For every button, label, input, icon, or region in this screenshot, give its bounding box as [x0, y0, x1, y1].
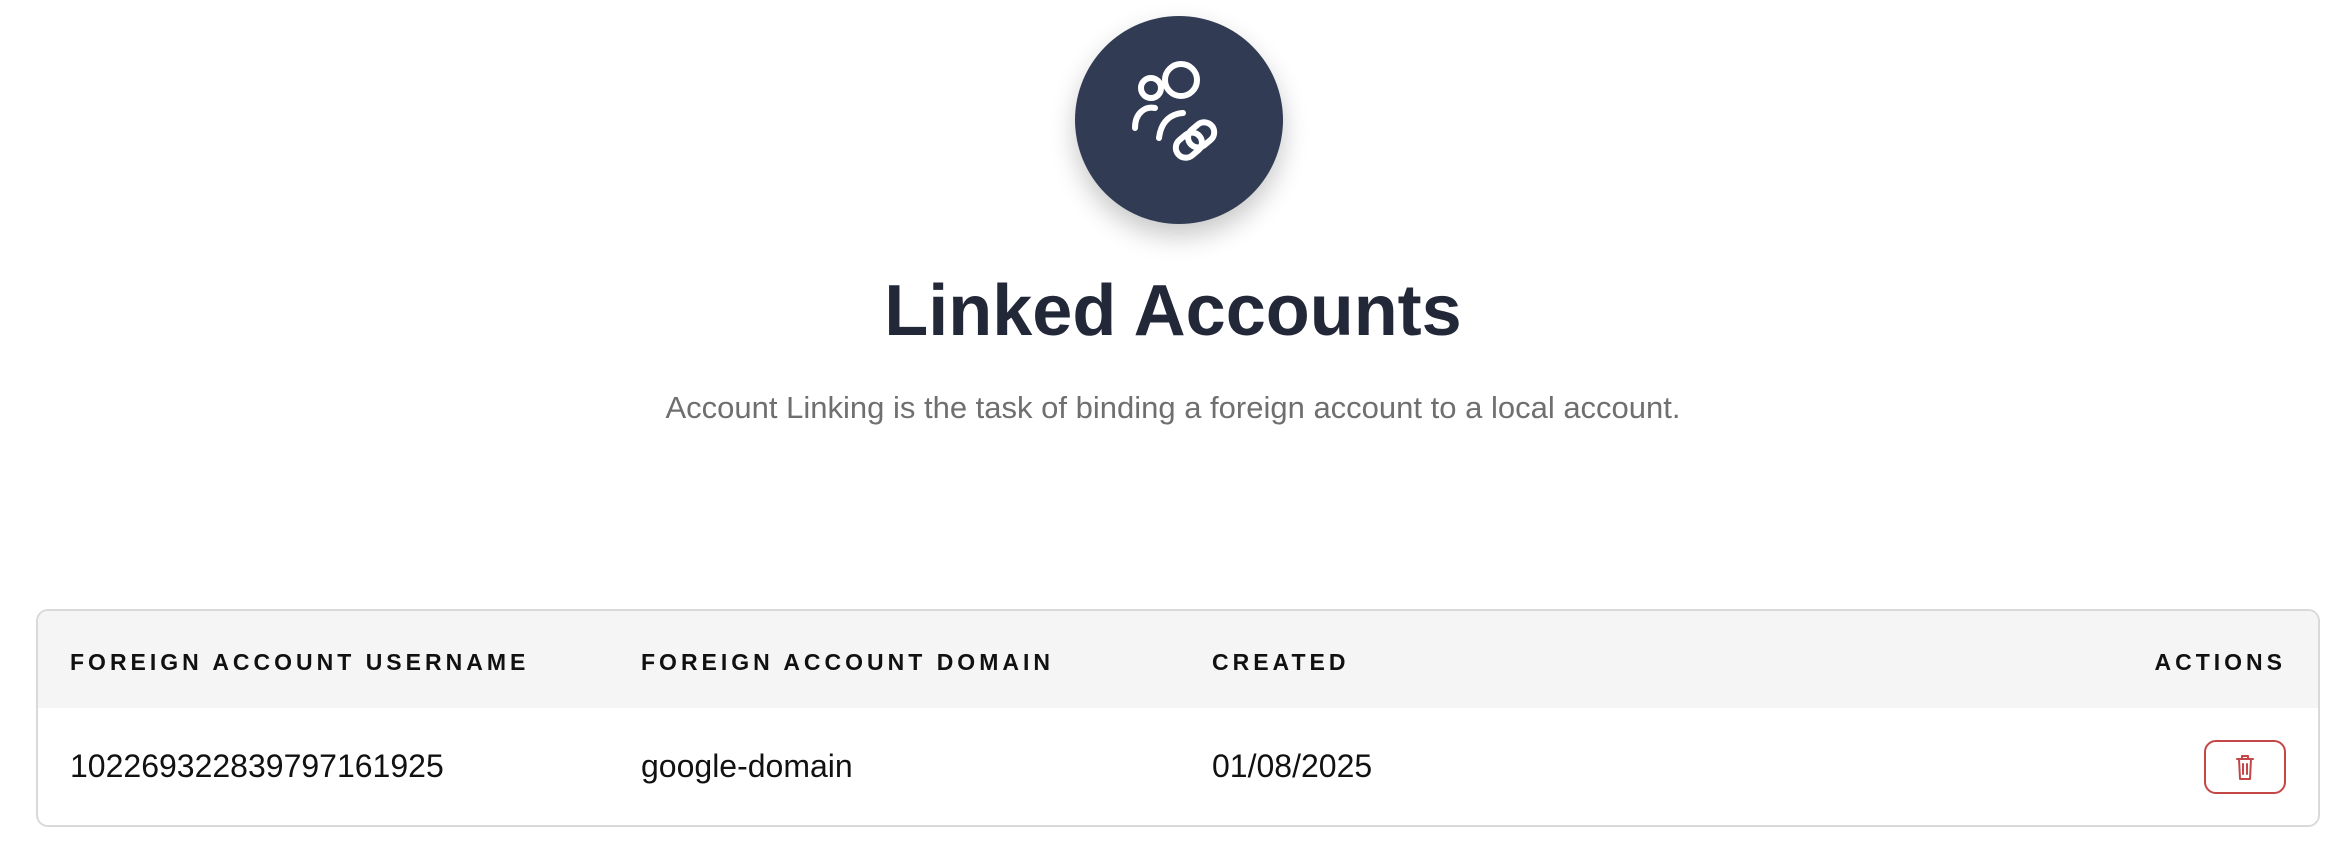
account-link-icon — [1075, 16, 1283, 224]
column-header-foreign-account-domain: FOREIGN ACCOUNT DOMAIN — [641, 649, 1054, 675]
linked-accounts-page: Linked Accounts Account Linking is the t… — [0, 0, 2346, 850]
linked-accounts-table: FOREIGN ACCOUNT USERNAME FOREIGN ACCOUNT… — [36, 609, 2320, 827]
trash-icon — [2236, 755, 2254, 780]
column-header-created: CREATED — [1212, 649, 1350, 675]
table-header: FOREIGN ACCOUNT USERNAME FOREIGN ACCOUNT… — [38, 611, 2318, 708]
foreign-account-domain-cell: google-domain — [641, 748, 853, 784]
page-subtitle: Account Linking is the task of binding a… — [665, 390, 1681, 425]
created-date-cell: 01/08/2025 — [1212, 748, 1373, 784]
page-title: Linked Accounts — [884, 271, 1462, 351]
delete-linked-account-button[interactable] — [2204, 740, 2286, 794]
column-header-actions: ACTIONS — [2154, 649, 2286, 675]
users-link-glyph — [1132, 61, 1218, 161]
column-header-foreign-account-username: FOREIGN ACCOUNT USERNAME — [70, 649, 530, 675]
foreign-account-username-cell: 102269322839797161925 — [70, 748, 444, 784]
table-row: 102269322839797161925 google-domain 01/0… — [38, 708, 2318, 825]
